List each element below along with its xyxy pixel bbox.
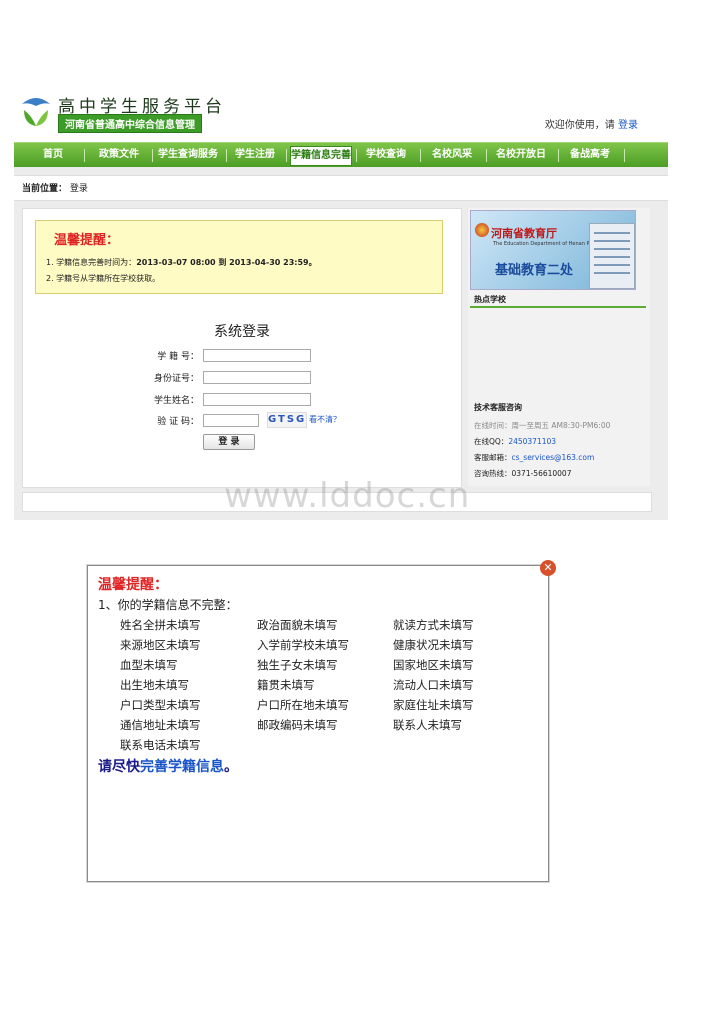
building-window-row (594, 232, 630, 234)
building-window-row (594, 240, 630, 242)
breadcrumb-label: 当前位置： (22, 184, 68, 194)
captcha-refresh-link[interactable]: 看不清？ (309, 414, 341, 425)
nav-policy[interactable]: 政策文件 (92, 143, 146, 167)
missing-field-item: 健康状况未填写 (393, 638, 474, 652)
watermark: www.lddoc.cn (224, 476, 471, 516)
missing-field-item: 邮政编码未填写 (257, 718, 338, 732)
tech-support-title: 技术客服咨询 (474, 403, 522, 412)
popup-footer: 请尽快完善学籍信息。 (98, 756, 238, 776)
building-image-icon (589, 223, 635, 289)
main-nav: 首页 政策文件 学生查询服务 学生注册 学籍信息完善 学校查询 名校风采 名校开… (14, 142, 668, 167)
breadcrumb: 当前位置： 登录 (14, 175, 668, 201)
nav-gaokao[interactable]: 备战高考 (562, 143, 618, 167)
notice-line-1-prefix: 1. 学籍信息完善时间为： (46, 258, 137, 267)
education-dept-banner[interactable]: 河南省教育厅 The Education Department of Henan… (470, 210, 636, 290)
nav-separator (84, 149, 85, 162)
site-subtitle: 河南省普通高中综合信息管理 (58, 114, 202, 133)
missing-field-item: 政治面貌未填写 (257, 618, 338, 632)
missing-field-item: 来源地区未填写 (120, 638, 201, 652)
id-card-input[interactable] (203, 371, 311, 384)
online-hours: 在线时间：周一至周五 AM8:30-PM6:00 (474, 421, 611, 430)
login-page-screenshot: 高中学生服务平台 河南省普通高中综合信息管理 欢迎你使用，请 登录 首页 政策文… (14, 90, 668, 520)
building-window-row (594, 256, 630, 258)
nav-student-register[interactable]: 学生注册 (230, 143, 280, 167)
close-icon[interactable]: ✕ (540, 560, 556, 576)
nav-student-query[interactable]: 学生查询服务 (156, 143, 220, 167)
notice-line-1: 1. 学籍信息完善时间为：2013-03-07 08:00 到 2013-04-… (46, 257, 317, 268)
nav-school-query[interactable]: 学校查询 (360, 143, 412, 167)
nav-separator (286, 149, 287, 162)
captcha-input[interactable] (203, 414, 259, 427)
missing-field-item: 户口所在地未填写 (257, 698, 349, 712)
nav-separator (486, 149, 487, 162)
leaf-logo-icon (22, 98, 50, 126)
hotline: 咨询热线：0371-56610007 (474, 469, 572, 478)
nav-school-showcase[interactable]: 名校风采 (424, 143, 480, 167)
notice-title: 温馨提醒： (54, 233, 120, 248)
missing-field-item: 籍贯未填写 (257, 678, 315, 692)
incomplete-info-popup: ✕ 温馨提醒： 1、你的学籍信息不完整： 姓名全拼未填写 政治面貌未填写 就读方… (87, 560, 556, 882)
building-window-row (594, 264, 630, 266)
missing-field-item: 国家地区未填写 (393, 658, 474, 672)
missing-field-item: 血型未填写 (120, 658, 178, 672)
site-header: 高中学生服务平台 河南省普通高中综合信息管理 欢迎你使用，请 登录 (14, 90, 668, 142)
header-login-link[interactable]: 登录 (618, 120, 638, 131)
student-name-label: 学生姓名： (153, 396, 199, 406)
national-emblem-icon (475, 223, 489, 237)
right-sidebar: 河南省教育厅 The Education Department of Henan… (468, 208, 650, 486)
footer-suffix: 。 (224, 759, 238, 775)
welcome-text: 欢迎你使用，请 (544, 120, 615, 131)
email-line: 客服邮箱：cs_services@163.com (474, 452, 594, 463)
notice-line-1-dates: 2013-03-07 08:00 到 2013-04-30 23:59。 (136, 258, 317, 267)
building-window-row (594, 248, 630, 250)
nav-separator (226, 149, 227, 162)
missing-field-item: 入学前学校未填写 (257, 638, 349, 652)
nav-separator (558, 149, 559, 162)
missing-field-item: 就读方式未填写 (393, 618, 474, 632)
missing-field-item: 独生子女未填写 (257, 658, 338, 672)
breadcrumb-current: 登录 (69, 184, 88, 194)
complete-record-link[interactable]: 完善学籍信息 (140, 759, 224, 775)
email-label: 客服邮箱： (474, 453, 512, 462)
missing-field-item: 姓名全拼未填写 (120, 618, 201, 632)
login-button[interactable]: 登 录 (203, 434, 255, 450)
captcha-label: 验 证 码： (157, 417, 199, 427)
banner-org: 河南省教育厅 (491, 227, 557, 240)
student-id-label: 学 籍 号： (157, 352, 199, 362)
login-title: 系统登录 (214, 324, 270, 340)
building-window-row (594, 272, 630, 274)
notice-box: 温馨提醒： 1. 学籍信息完善时间为：2013-03-07 08:00 到 20… (35, 220, 443, 294)
missing-field-item: 联系电话未填写 (120, 738, 201, 752)
hot-schools-divider (470, 306, 646, 308)
missing-field-item: 联系人未填写 (393, 718, 462, 732)
missing-field-item: 家庭住址未填写 (393, 698, 474, 712)
student-name-input[interactable] (203, 393, 311, 406)
popup-title: 温馨提醒： (98, 577, 168, 593)
captcha-image[interactable]: GTSG (267, 412, 307, 428)
welcome-bar: 欢迎你使用，请 登录 (545, 116, 638, 131)
nav-separator (624, 149, 625, 162)
nav-open-day[interactable]: 名校开放日 (490, 143, 552, 167)
notice-line-2: 2. 学籍号从学籍所在学校获取。 (46, 274, 161, 283)
banner-dept: 基础教育二处 (495, 263, 574, 278)
qq-label: 在线QQ： (474, 437, 509, 446)
nav-separator (152, 149, 153, 162)
hot-schools-title: 热点学校 (474, 295, 506, 304)
email-link[interactable]: cs_services@163.com (512, 453, 595, 462)
missing-field-item: 通信地址未填写 (120, 718, 201, 732)
nav-separator (356, 149, 357, 162)
missing-field-item: 户口类型未填写 (120, 698, 201, 712)
footer-prefix: 请尽快 (98, 759, 140, 775)
missing-field-item: 流动人口未填写 (393, 678, 474, 692)
qq-link[interactable]: 2450371103 (508, 437, 556, 446)
nav-home[interactable]: 首页 (28, 143, 78, 167)
student-id-input[interactable] (203, 349, 311, 362)
nav-separator (420, 149, 421, 162)
missing-field-item: 出生地未填写 (120, 678, 189, 692)
popup-intro: 1、你的学籍信息不完整： (98, 598, 238, 612)
id-card-label: 身份证号： (153, 374, 199, 384)
qq-line: 在线QQ：2450371103 (474, 436, 556, 447)
nav-record-completion[interactable]: 学籍信息完善 (290, 146, 352, 166)
login-panel: 温馨提醒： 1. 学籍信息完善时间为：2013-03-07 08:00 到 20… (22, 208, 462, 488)
